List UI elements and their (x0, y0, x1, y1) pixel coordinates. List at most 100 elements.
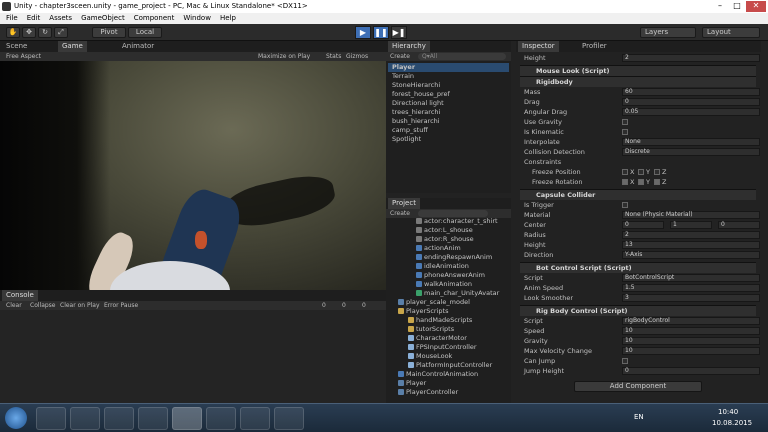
console-error-pause-toggle[interactable]: Error Pause (104, 301, 138, 310)
tab-hierarchy[interactable]: Hierarchy (388, 41, 430, 52)
unity-taskbar-icon-2[interactable] (206, 407, 236, 430)
project-item[interactable]: MouseLook (416, 352, 452, 360)
jump-height-field[interactable]: 0 (622, 367, 760, 375)
project-search-input[interactable] (418, 210, 488, 217)
center-y-field[interactable]: 1 (670, 221, 712, 229)
hierarchy-item[interactable]: Player (388, 63, 509, 72)
project-item[interactable]: actionAnim (424, 244, 461, 252)
warning-count[interactable]: 0 (342, 301, 346, 310)
project-item[interactable]: actor:character_t_shirt (424, 217, 498, 225)
console-collapse-toggle[interactable]: Collapse (30, 301, 56, 310)
rotate-tool-icon[interactable]: ↻ (38, 27, 52, 38)
hierarchy-item[interactable]: bush_hierarchi (392, 117, 440, 126)
height-field[interactable]: 2 (622, 54, 760, 62)
tab-inspector[interactable]: Inspector (518, 41, 559, 52)
project-item[interactable]: main_char_UnityAvatar (424, 289, 499, 297)
layout-dropdown[interactable]: Layout (702, 27, 760, 38)
media-player-icon[interactable] (70, 407, 100, 430)
maximize-on-play-toggle[interactable]: Maximize on Play (258, 52, 310, 61)
project-item[interactable]: endingRespawnAnim (424, 253, 492, 261)
hierarchy-item[interactable]: Spotlight (392, 135, 421, 144)
project-item[interactable]: actor:L_shouse (424, 226, 473, 234)
bot-script-field[interactable]: BotControlScript (622, 274, 760, 282)
material-field[interactable]: None (Physic Material) (622, 211, 760, 219)
clock-date[interactable]: 10.08.2015 (712, 419, 752, 427)
mouse-look-header[interactable]: Mouse Look (Script) (520, 65, 756, 76)
start-button[interactable] (5, 407, 27, 429)
drag-field[interactable]: 0 (622, 98, 760, 106)
project-create-button[interactable]: Create (390, 209, 410, 218)
error-count[interactable]: 0 (362, 301, 366, 310)
anim-speed-field[interactable]: 1.5 (622, 284, 760, 292)
collision-detection-dropdown[interactable]: Discrete (622, 148, 760, 156)
interpolate-dropdown[interactable]: None (622, 138, 760, 146)
project-item[interactable]: phoneAnswerAnim (424, 271, 485, 279)
mass-field[interactable]: 60 (622, 88, 760, 96)
is-kinematic-checkbox[interactable] (622, 129, 628, 135)
tab-game[interactable]: Game (58, 41, 87, 52)
tab-animator[interactable]: Animator (118, 41, 158, 52)
rigidbody-header[interactable]: Rigidbody (520, 76, 756, 87)
capsule-collider-header[interactable]: Capsule Collider (520, 189, 756, 200)
scale-tool-icon[interactable]: ⤢ (54, 27, 68, 38)
log-count[interactable]: 0 (322, 301, 326, 310)
project-item[interactable]: idleAnimation (424, 262, 469, 270)
rig-body-control-header[interactable]: Rig Body Control (Script) (520, 305, 756, 316)
project-item[interactable]: CharacterMotor (416, 334, 467, 342)
gizmos-dropdown[interactable]: Gizmos (346, 52, 368, 61)
gravity-field[interactable]: 10 (622, 337, 760, 345)
local-toggle[interactable]: Local (128, 27, 162, 38)
menu-help[interactable]: Help (220, 13, 236, 24)
rig-script-field[interactable]: rigBodyControl (622, 317, 760, 325)
skype-icon[interactable] (138, 407, 168, 430)
tab-profiler[interactable]: Profiler (578, 41, 611, 52)
freeze-rot-x-checkbox[interactable] (622, 179, 628, 185)
clock-time[interactable]: 10:40 (718, 408, 738, 416)
project-item[interactable]: handMadeScripts (416, 316, 472, 324)
hierarchy-item[interactable]: Directional light (392, 99, 444, 108)
move-tool-icon[interactable]: ✥ (22, 27, 36, 38)
visual-studio-icon[interactable] (240, 407, 270, 430)
project-item[interactable]: actor:R_shouse (424, 235, 474, 243)
tab-console[interactable]: Console (2, 290, 38, 301)
menu-edit[interactable]: Edit (27, 13, 41, 24)
direction-dropdown[interactable]: Y-Axis (622, 251, 760, 259)
project-item[interactable]: PlayerScripts (406, 307, 448, 315)
menu-window[interactable]: Window (183, 13, 211, 24)
tab-scene[interactable]: Scene (2, 41, 31, 52)
stats-toggle[interactable]: Stats (326, 52, 341, 61)
speed-field[interactable]: 10 (622, 327, 760, 335)
project-item[interactable]: player_scale_model (406, 298, 470, 306)
freeze-rot-z-checkbox[interactable] (654, 179, 660, 185)
angular-drag-field[interactable]: 0.05 (622, 108, 760, 116)
project-item[interactable]: FPSInputController (416, 343, 477, 351)
menu-assets[interactable]: Assets (49, 13, 72, 24)
freeze-pos-z-checkbox[interactable] (654, 169, 660, 175)
pivot-toggle[interactable]: Pivot (92, 27, 126, 38)
maximize-button[interactable]: □ (729, 1, 745, 12)
project-item[interactable]: tutorScripts (416, 325, 454, 333)
freeze-pos-y-checkbox[interactable] (638, 169, 644, 175)
can-jump-checkbox[interactable] (622, 358, 628, 364)
hierarchy-search-input[interactable]: Q▾All (418, 53, 506, 60)
project-item[interactable]: PlatformInputController (416, 361, 492, 369)
hierarchy-item[interactable]: trees_hierarchi (392, 108, 440, 117)
use-gravity-checkbox[interactable] (622, 119, 628, 125)
console-clear-on-play-toggle[interactable]: Clear on Play (60, 301, 100, 310)
cc-height-field[interactable]: 13 (622, 241, 760, 249)
radius-field[interactable]: 2 (622, 231, 760, 239)
step-button[interactable]: ▶❚ (391, 26, 407, 39)
close-button[interactable]: ✕ (746, 1, 766, 12)
tab-project[interactable]: Project (388, 198, 420, 209)
look-smoother-field[interactable]: 3 (622, 294, 760, 302)
hierarchy-item[interactable]: StoneHierarchi (392, 81, 440, 90)
project-item[interactable]: PlayerController (406, 388, 458, 396)
bot-control-header[interactable]: Bot Control Script (Script) (520, 262, 756, 273)
layers-dropdown[interactable]: Layers (640, 27, 696, 38)
center-x-field[interactable]: 0 (622, 221, 664, 229)
minimize-button[interactable]: – (712, 1, 728, 12)
console-clear-button[interactable]: Clear (6, 301, 22, 310)
menu-component[interactable]: Component (134, 13, 175, 24)
project-item[interactable]: walkAnimation (424, 280, 472, 288)
opera-icon[interactable] (104, 407, 134, 430)
